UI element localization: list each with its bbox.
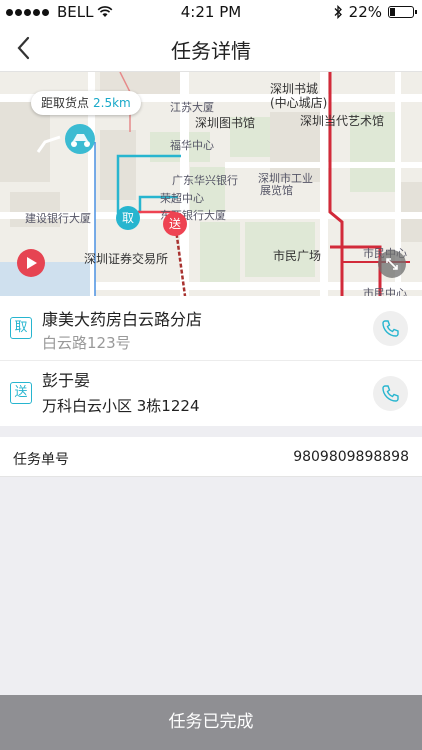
receiver-address: 万科白云小区 3栋1224	[42, 397, 200, 415]
task-completed-button[interactable]: 任务已完成	[0, 695, 422, 750]
deliver-marker[interactable]: 送	[163, 212, 187, 236]
distance-label: 距取货点	[41, 96, 90, 110]
pickup-store-name: 康美大药房白云路分店	[42, 310, 203, 329]
phone-icon	[382, 320, 399, 337]
distance-bubble: 距取货点 2.5km	[31, 91, 141, 115]
map-label: (中心城店)	[270, 96, 328, 110]
status-right: 22%	[333, 3, 417, 21]
map-label: 深圳当代艺术馆	[300, 114, 385, 128]
map-label: 深圳图书馆	[195, 116, 256, 130]
map-label: 荣超中心	[160, 192, 204, 205]
receiver-name: 彭于晏	[42, 371, 91, 390]
task-section: 取 康美大药房白云路分店 白云路123号 送 彭于晏 万科白云小区 3栋1224	[0, 296, 422, 426]
courier-marker-icon	[65, 124, 95, 154]
location-marker-icon	[17, 249, 45, 277]
order-number-row: 任务单号 9809809898898	[0, 437, 422, 477]
phone-icon	[382, 385, 399, 402]
map-label: 展览馆	[260, 184, 293, 197]
pickup-address: 白云路123号	[42, 334, 131, 352]
pickup-tag: 取	[10, 317, 32, 339]
map-label: 江苏大厦	[170, 101, 214, 114]
call-pickup-button[interactable]	[373, 311, 408, 346]
fullscreen-button[interactable]	[378, 250, 406, 278]
order-number-label: 任务单号	[13, 452, 69, 468]
battery-icon	[388, 6, 417, 18]
map-label: 深圳证券交易所	[84, 252, 169, 266]
call-receiver-button[interactable]	[373, 376, 408, 411]
distance-value: 2.5km	[93, 96, 131, 110]
map-label: 市民中心	[363, 287, 407, 296]
page-title: 任务详情	[171, 39, 251, 63]
deliver-tag: 送	[10, 382, 32, 404]
pickup-marker[interactable]: 取	[116, 206, 140, 230]
status-bar: BELL 4:21 PM 22%	[0, 0, 422, 24]
bluetooth-icon	[334, 5, 342, 19]
order-number-value: 9809809898898	[293, 449, 409, 465]
map-view[interactable]: 江苏大厦 深圳图书馆 深圳书城 (中心城店) 深圳当代艺术馆 福华中心 广东华兴…	[0, 72, 422, 296]
battery-percent: 22%	[348, 3, 382, 21]
nav-bar: 任务详情	[0, 24, 422, 72]
map-label: 建设银行大厦	[25, 212, 91, 225]
map-label: 福华中心	[170, 139, 214, 152]
pickup-row: 取 康美大药房白云路分店 白云路123号	[0, 296, 422, 361]
expand-icon	[386, 258, 398, 270]
map-label: 市民广场	[273, 249, 322, 263]
map-label: 广东华兴银行	[172, 174, 238, 187]
deliver-row: 送 彭于晏 万科白云小区 3栋1224	[0, 361, 422, 426]
